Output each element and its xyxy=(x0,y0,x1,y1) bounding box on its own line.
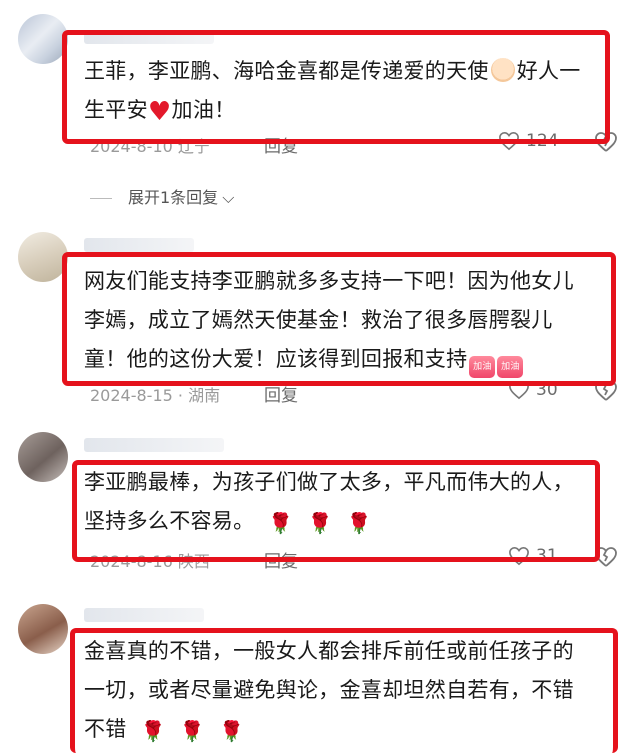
avatar[interactable] xyxy=(18,232,68,282)
rose-emoji-icon: 🌹 xyxy=(179,719,206,743)
comment-text: 李亚鹏最棒，为孩子们做了太多，平凡而伟大的人， 坚持多么不容易。 🌹 🌹 🌹 xyxy=(84,470,574,535)
comment-date: 2024-8-16 陕西 xyxy=(90,552,210,571)
rose-emoji-icon: 🌹 xyxy=(307,511,333,535)
broken-heart-icon xyxy=(595,381,617,401)
baby-emoji-icon xyxy=(490,58,515,82)
username-blurred[interactable] xyxy=(84,608,204,622)
reply-button[interactable]: 回复 xyxy=(264,381,298,406)
broken-heart-icon xyxy=(595,132,617,152)
rose-emoji-icon: 🌹 xyxy=(140,719,166,743)
avatar[interactable] xyxy=(18,604,68,654)
broken-heart-icon xyxy=(595,547,617,567)
rose-emoji-icon: 🌹 xyxy=(346,511,373,535)
jiayou-sticker-icon: 加油 xyxy=(469,356,496,378)
like-button[interactable]: 30 xyxy=(508,380,558,400)
avatar[interactable] xyxy=(18,432,68,482)
dislike-button[interactable] xyxy=(594,546,618,572)
expand-replies-button[interactable]: 展开1条回复 ⌵ xyxy=(90,184,234,208)
reply-button[interactable]: 回复 xyxy=(264,547,298,572)
heart-outline-icon xyxy=(509,380,529,400)
comment-date: 2024-8-10 辽宁 xyxy=(90,137,210,156)
username-blurred[interactable] xyxy=(84,30,214,44)
reply-button[interactable]: 回复 xyxy=(264,132,298,157)
rose-emoji-icon: 🌹 xyxy=(268,511,294,535)
rose-emoji-icon: 🌹 xyxy=(219,719,245,743)
comment-text: 王菲，李亚鹏、海哈金喜都是传递爱的天使 好人一 生平安♥加油！ xyxy=(84,58,581,127)
like-button[interactable]: 124 xyxy=(498,131,558,151)
comment-date: 2024-8-15 · 湖南 xyxy=(90,386,221,405)
chevron-down-icon: ⌵ xyxy=(222,188,235,207)
like-button[interactable]: 31 xyxy=(508,546,558,566)
red-heart-emoji-icon: ♥ xyxy=(147,97,172,127)
heart-outline-icon xyxy=(499,131,519,151)
jiayou-sticker-icon: 加油 xyxy=(497,356,524,378)
divider-line xyxy=(90,198,112,199)
username-blurred[interactable] xyxy=(84,438,224,452)
avatar[interactable] xyxy=(18,14,68,64)
dislike-button[interactable] xyxy=(594,380,618,406)
heart-outline-icon xyxy=(509,546,529,566)
comment-text: 网友们能支持李亚鹏就多多支持一下吧！因为他女儿 李嫣，成立了嫣然天使基金！救治了… xyxy=(84,262,614,379)
username-blurred[interactable] xyxy=(84,238,194,252)
comment-text: 金喜真的不错，一般女人都会排斥前任或前任孩子的 一切，或者尽量避免舆论，金喜却坦… xyxy=(84,639,574,743)
dislike-button[interactable] xyxy=(594,131,618,157)
